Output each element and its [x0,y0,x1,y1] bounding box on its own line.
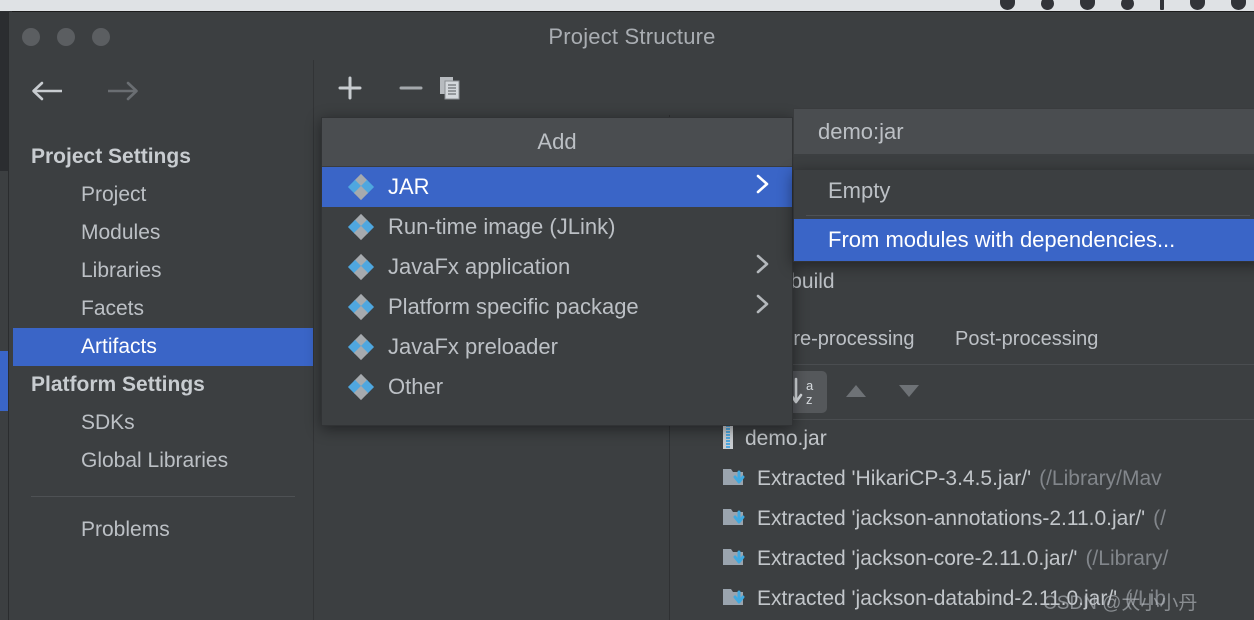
add-artifact-menu: Add JAR Run-time image (JLink) JavaFx ap… [321,117,793,426]
svg-text:a: a [806,378,814,393]
artifact-diamond-icon [347,333,375,361]
triangle-down-icon [895,381,923,406]
extracted-dir-icon [722,585,748,614]
menu-item-label: Other [388,374,444,399]
triangle-up-icon [842,381,870,406]
page-title: Project Structure [548,24,716,49]
submenu-divider [806,215,1250,216]
extracted-dir-icon [722,545,748,574]
menu-item-label: Platform specific package [388,294,639,319]
sidebar-item-project[interactable]: Project [13,176,313,214]
sidebar-item-sdks[interactable]: SDKs [13,404,313,442]
sidebar-nav-arrows [31,80,139,102]
menu-item-javafx-application[interactable]: JavaFx application [322,247,792,287]
tree-row[interactable]: Extracted 'jackson-annotations-2.11.0.ja… [670,499,1254,539]
menu-item-run-time-image[interactable]: Run-time image (JLink) [322,207,792,247]
artifact-diamond-icon [347,293,375,321]
artifact-diamond-icon [347,173,375,201]
jar-submenu-wrapper: demo:jar Empty From modules with depende… [793,108,1254,262]
menu-item-other[interactable]: Other [322,367,792,407]
tree-row-path: (/Library/Mav [1039,467,1162,490]
project-structure-dialog: Project Structure Project Settings Proje… [8,12,1254,620]
battery-icon[interactable] [1121,0,1134,10]
tree-row-label: Extracted 'jackson-databind-2.11.0.jar/' [757,587,1118,610]
artifact-diamond-icon [347,373,375,401]
artifacts-toolbar [314,60,669,116]
minus-icon[interactable] [397,74,425,107]
menu-item-label: Run-time image (JLink) [388,214,616,239]
svg-text:z: z [806,392,813,407]
macos-menubar [0,0,1254,12]
extracted-dir-icon [722,505,748,534]
arrow-left-icon[interactable] [31,80,67,102]
screenshot-icon[interactable] [1190,0,1205,10]
menu-item-label: JAR [388,174,430,199]
tree-row-label: demo.jar [745,427,827,450]
sidebar-item-modules[interactable]: Modules [13,214,313,252]
chevron-right-icon [754,253,770,281]
add-menu-title: Add [322,118,792,167]
tree-row[interactable]: Extracted 'HikariCP-3.4.5.jar/' (/Librar… [670,459,1254,499]
tree-row-path: (/Library/ [1085,547,1169,570]
sidebar-item-problems[interactable]: Problems [13,511,313,549]
sidebar-item-libraries[interactable]: Libraries [13,252,313,290]
menu-item-label: JavaFx preloader [388,334,558,359]
menu-item-label: JavaFx application [388,254,571,279]
screenshot-root: Project Structure Project Settings Proje… [0,0,1254,620]
sidebar-group-project-settings: Project Settings [31,145,191,168]
jar-submenu: Empty From modules with dependencies... [793,170,1254,262]
settings-sidebar: Project Settings Project Modules Librari… [13,60,314,620]
menu-item-javafx-preloader[interactable]: JavaFx preloader [322,327,792,367]
tree-row-label: Extracted 'jackson-annotations-2.11.0.ja… [757,507,1146,530]
jar-archive-icon [720,424,736,455]
tree-row[interactable]: Extracted 'jackson-core-2.11.0.jar/' (/L… [670,539,1254,579]
sidebar-divider [31,496,295,497]
sidebar-item-artifacts[interactable]: Artifacts [13,328,313,366]
menu-item-platform-specific-package[interactable]: Platform specific package [322,287,792,327]
sidebar-group-platform-settings: Platform Settings [31,373,205,396]
jar-submenu-header: demo:jar [793,108,1254,154]
submenu-item-empty[interactable]: Empty [794,170,1254,212]
dialog-titlebar: Project Structure [9,12,1254,60]
tree-row-path: (/Lib [1125,587,1167,610]
chevron-right-icon [754,173,770,201]
search-icon[interactable] [1000,0,1015,10]
sidebar-item-list: Project Settings Project Modules Librari… [13,138,313,549]
tree-row-label: Extracted 'HikariCP-3.4.5.jar/' [757,467,1032,490]
tree-row[interactable]: Extracted 'jackson-databind-2.11.0.jar/'… [670,579,1254,619]
input-source-icon[interactable] [1160,0,1164,10]
artifact-diamond-icon [347,213,375,241]
tab-post-processing[interactable]: Post-processing [955,328,1098,351]
clock-icon[interactable] [1231,0,1246,10]
menu-item-jar[interactable]: JAR [322,167,792,207]
tree-row-path: (/ [1153,507,1166,530]
extracted-dir-icon [722,465,748,494]
tab-pre-processing[interactable]: Pre-processing [780,328,915,351]
submenu-item-from-modules-with-dependencies[interactable]: From modules with dependencies... [794,219,1254,261]
artifact-diamond-icon [347,253,375,281]
artifact-layout-tree[interactable]: demo.jar Extracted 'HikariCP-3.4.5.jar/'… [670,419,1254,620]
plus-icon[interactable] [336,74,364,107]
tree-row-label: Extracted 'jackson-core-2.11.0.jar/' [757,547,1078,570]
jar-submenu-gap [793,154,1254,170]
wifi-icon[interactable] [1080,0,1095,10]
arrow-right-icon [103,80,139,102]
macos-menubar-status-icons [1000,0,1246,10]
copy-icon[interactable] [436,74,466,107]
chevron-right-icon [754,293,770,321]
control-center-icon[interactable] [1041,0,1054,10]
sidebar-item-global-libraries[interactable]: Global Libraries [13,442,313,480]
sidebar-item-facets[interactable]: Facets [13,290,313,328]
